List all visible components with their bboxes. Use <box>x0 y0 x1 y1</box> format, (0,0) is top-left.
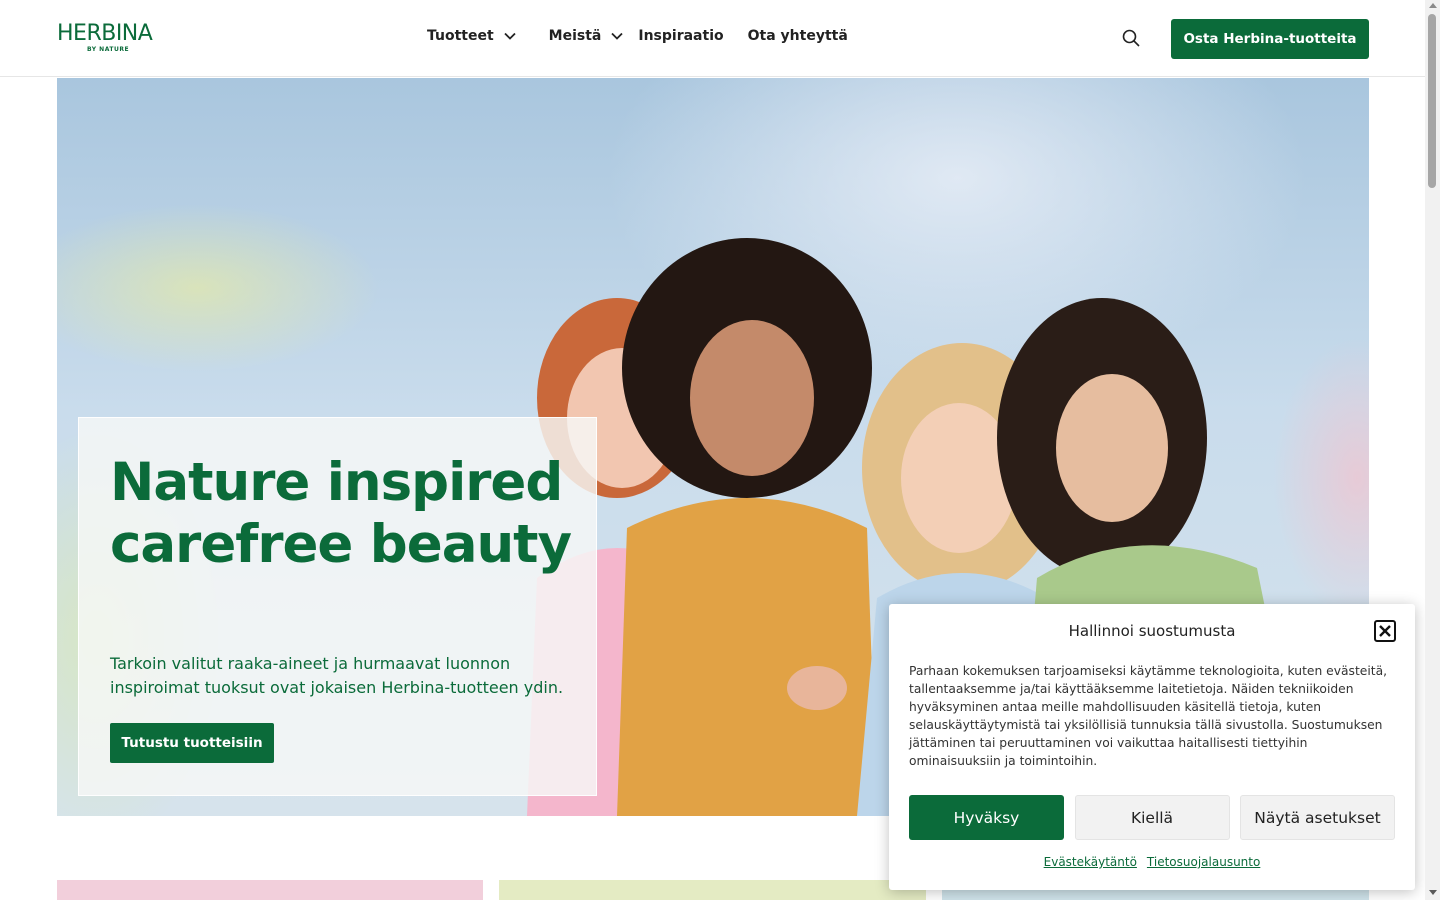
category-tile-green[interactable] <box>499 880 926 900</box>
consent-text: Parhaan kokemuksen tarjoamiseksi käytämm… <box>909 664 1388 768</box>
chevron-down-icon <box>611 32 624 40</box>
logo-wordmark: HERBINA <box>57 21 153 46</box>
nav-item-meista[interactable]: Meistä <box>549 28 625 44</box>
hero-description: Tarkoin valitut raaka-aineet ja hurmaava… <box>110 654 564 697</box>
close-icon[interactable] <box>1374 620 1396 642</box>
nav-item-label: Tuotteet <box>427 28 494 44</box>
scroll-up-icon[interactable] <box>1429 3 1437 8</box>
accept-button[interactable]: Hyväksy <box>909 795 1064 840</box>
site-header: HERBINA BY NATURE Tuotteet Meistä Inspir… <box>0 0 1425 77</box>
consent-title: Hallinnoi suostumusta <box>1068 622 1236 640</box>
nav-item-tuotteet[interactable]: Tuotteet <box>427 28 517 44</box>
nav-item-label: Meistä <box>548 28 602 44</box>
shop-products-button[interactable]: Osta Herbina-tuotteita <box>1171 19 1369 59</box>
category-tile-pink[interactable] <box>57 880 483 900</box>
nav-item-label: Inspiraatio <box>638 28 724 44</box>
hero-content-card: Nature inspired carefree beauty Tarkoin … <box>78 417 597 796</box>
deny-button[interactable]: Kiellä <box>1074 795 1230 840</box>
hero-title: Nature inspired carefree beauty <box>110 452 572 575</box>
scrollbar-thumb[interactable] <box>1428 14 1436 188</box>
cookie-consent-dialog: Hallinnoi suostumusta Parhaan kokemuksen… <box>889 604 1415 890</box>
consent-links: Evästekäytäntö Tietosuojalausunto <box>889 855 1415 869</box>
cookie-policy-link[interactable]: Evästekäytäntö <box>1044 855 1137 869</box>
page-scrollbar[interactable] <box>1425 0 1440 900</box>
nav-item-inspiraatio[interactable]: Inspiraatio <box>638 28 723 44</box>
show-settings-button[interactable]: Näytä asetukset <box>1240 795 1395 840</box>
scroll-down-icon[interactable] <box>1429 890 1437 895</box>
nav-item-ota-yhteytta[interactable]: Ota yhteyttä <box>748 28 848 44</box>
main-nav: Tuotteet Meistä Inspiraatio Ota yhteyttä <box>427 28 848 44</box>
explore-products-button[interactable]: Tutustu tuotteisiin <box>110 723 274 763</box>
nav-item-label: Ota yhteyttä <box>747 28 848 44</box>
privacy-statement-link[interactable]: Tietosuojalausunto <box>1147 855 1260 869</box>
chevron-down-icon <box>504 32 516 40</box>
herbina-logo[interactable]: HERBINA BY NATURE <box>57 22 157 58</box>
search-icon[interactable] <box>1121 28 1141 48</box>
logo-tagline: BY NATURE <box>87 46 130 53</box>
consent-buttons: Hyväksy Kiellä Näytä asetukset <box>909 795 1395 840</box>
